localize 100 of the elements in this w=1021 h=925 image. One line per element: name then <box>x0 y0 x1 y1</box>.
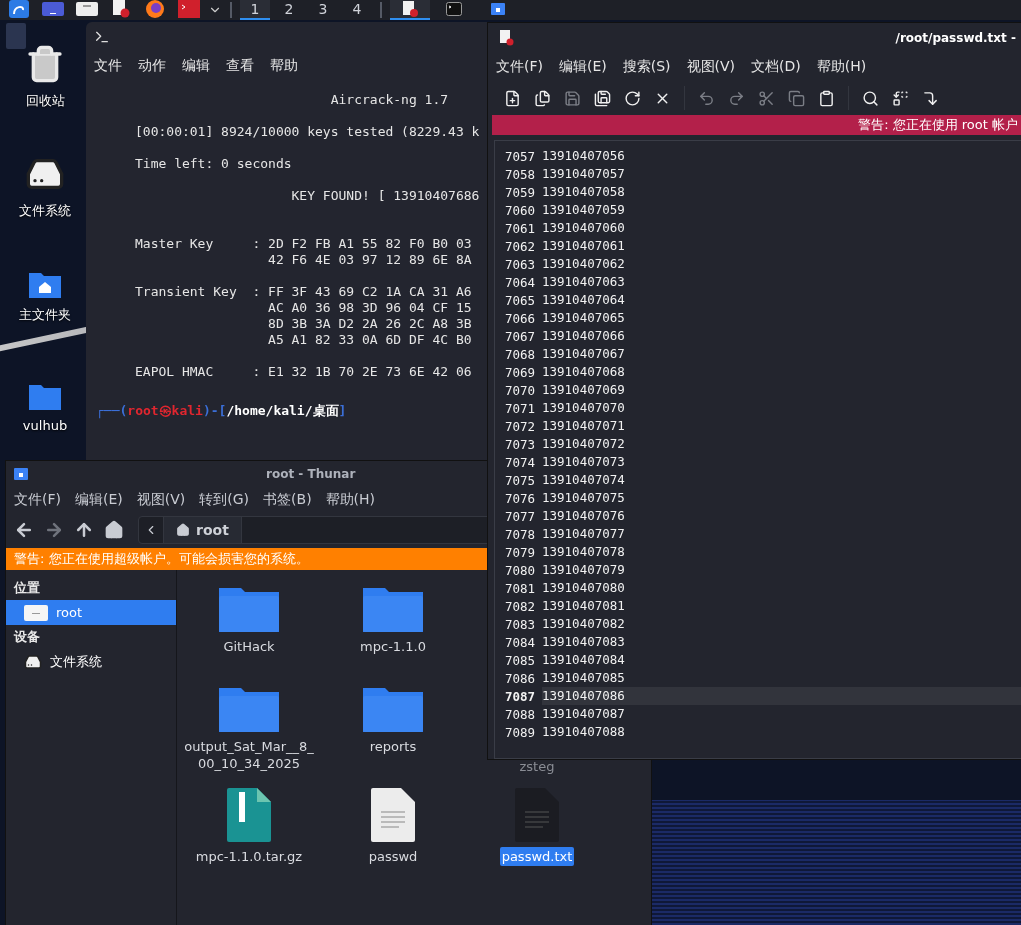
forward-icon[interactable] <box>44 520 64 540</box>
menu-item[interactable]: 动作 <box>138 57 166 75</box>
workspace-button[interactable]: 2 <box>274 0 304 20</box>
home-icon[interactable] <box>104 520 124 540</box>
line-number: 7071 <box>504 400 537 416</box>
workspace-button[interactable]: 4 <box>342 0 372 20</box>
menu-item[interactable]: 帮助 <box>270 57 298 75</box>
menu-item[interactable]: 帮助(H) <box>325 491 376 509</box>
folder-icon[interactable] <box>219 586 279 632</box>
file-name[interactable]: passwd.txt <box>499 847 575 866</box>
menu-item[interactable]: 搜索(S) <box>622 58 671 76</box>
menu-item[interactable]: 编辑 <box>182 57 210 75</box>
file-name[interactable]: GitHack <box>221 637 277 656</box>
folder-icon[interactable] <box>219 686 279 732</box>
menu-item[interactable]: 视图(V) <box>136 491 186 509</box>
line-number: 7089 <box>504 724 537 740</box>
sidebar-item[interactable]: root <box>6 600 176 625</box>
sidebar-heading: 设备 <box>13 628 41 646</box>
up-icon[interactable] <box>74 520 94 540</box>
text-line: 13910407069 <box>542 381 626 399</box>
desktop-icon-label: vulhub <box>22 417 68 433</box>
home-folder-icon <box>491 3 505 15</box>
terminal-icon <box>446 2 462 16</box>
sidebar-item[interactable]: 文件系统 <box>6 649 176 674</box>
text-line: 13910407071 <box>542 417 626 435</box>
text-line: 13910407073 <box>542 453 626 471</box>
home-folder-icon[interactable] <box>29 270 61 298</box>
menu-item[interactable]: 编辑(E) <box>75 491 123 509</box>
jump-arrow-icon[interactable] <box>922 89 939 107</box>
menu-item[interactable]: 视图(V) <box>686 58 736 76</box>
text-line: 13910407075 <box>542 489 626 507</box>
back-icon[interactable] <box>14 520 34 540</box>
menu-item[interactable]: 帮助(H) <box>816 58 867 76</box>
file-name[interactable]: passwd <box>366 847 420 866</box>
text-line: 13910407064 <box>542 291 626 309</box>
archive-icon[interactable] <box>227 788 271 842</box>
line-number: 7085 <box>504 652 537 668</box>
text-line: 13910407057 <box>542 165 626 183</box>
text-line: 13910407070 <box>542 399 626 417</box>
menu-item[interactable]: 文档(D) <box>751 58 801 76</box>
home-folder-icon <box>14 467 28 480</box>
line-number: 7060 <box>504 202 537 218</box>
line-number: 7088 <box>504 706 537 722</box>
file-name[interactable]: output_Sat_Mar__8_00_10_34_2025 <box>182 737 316 773</box>
text-line: 13910407083 <box>542 633 626 651</box>
text-line: 13910407076 <box>542 507 626 525</box>
globe-icon[interactable] <box>145 0 165 19</box>
clipboard-icon[interactable] <box>818 89 835 107</box>
line-number: 7077 <box>504 508 537 524</box>
file-name[interactable]: mpc-1.1.0 <box>358 637 428 656</box>
file-name[interactable]: mpc-1.1.0.tar.gz <box>193 847 305 866</box>
line-number: 7070 <box>504 382 537 398</box>
line-number: 7082 <box>504 598 537 614</box>
replace-icon[interactable] <box>892 89 909 107</box>
menu-item[interactable]: 转到(G) <box>199 491 250 509</box>
menu-item[interactable]: 文件(F) <box>496 58 543 76</box>
menu-item[interactable]: 书签(B) <box>263 491 312 509</box>
line-number: 7057 <box>504 148 537 164</box>
line-number: 7068 <box>504 346 537 362</box>
menu-item[interactable]: 编辑(E) <box>559 58 607 76</box>
text-line: 13910407077 <box>542 525 626 543</box>
folder-icon[interactable] <box>363 586 423 632</box>
line-number: 7069 <box>504 364 537 380</box>
file-name[interactable]: zsteg <box>517 757 557 776</box>
search-icon[interactable] <box>862 89 879 107</box>
documents-icon[interactable] <box>534 89 551 107</box>
line-number: 7065 <box>504 292 537 308</box>
home-icon <box>176 523 190 537</box>
terminal-icon <box>94 29 110 45</box>
shell-prompt: ┌──(root㉿kali)-[/home/kali/桌面] <box>96 402 348 420</box>
reload-icon[interactable] <box>624 89 641 107</box>
line-number: 7076 <box>504 490 537 506</box>
path-button[interactable]: root <box>164 517 242 543</box>
menu-item[interactable]: 查看 <box>226 57 254 75</box>
desktop-icon-label: 回收站 <box>25 92 65 110</box>
text-line: 13910407056 <box>542 147 626 165</box>
workspace-button[interactable]: 1 <box>240 0 270 20</box>
dragon-icon[interactable] <box>8 0 30 18</box>
new-file-icon[interactable] <box>504 89 521 107</box>
line-number: 7064 <box>504 274 537 290</box>
save-as-icon[interactable] <box>594 89 611 107</box>
warning-banner: 警告: 您正在使用 root 帐户 <box>492 115 1021 135</box>
window-title: /root/passwd.txt - <box>895 31 1016 45</box>
text-line: 13910407059 <box>542 201 626 219</box>
menu-item[interactable]: 文件(F) <box>14 491 61 509</box>
line-number: 7086 <box>504 670 537 686</box>
text-file-icon[interactable] <box>371 788 415 842</box>
line-number: 7059 <box>504 184 537 200</box>
file-name[interactable]: reports <box>367 737 419 756</box>
text-line: 13910407060 <box>542 219 626 237</box>
workspace-button[interactable]: 3 <box>308 0 338 20</box>
task-button[interactable] <box>390 0 430 20</box>
line-number: 7063 <box>504 256 537 272</box>
text-line: 13910407067 <box>542 345 626 363</box>
menu-item[interactable]: 文件 <box>94 57 122 75</box>
folder-icon[interactable] <box>363 686 423 732</box>
text-line: 13910407087 <box>542 705 626 723</box>
sidebar-heading: 位置 <box>12 579 41 597</box>
text-line: 13910407063 <box>542 273 626 291</box>
text-line: 13910407061 <box>542 237 626 255</box>
